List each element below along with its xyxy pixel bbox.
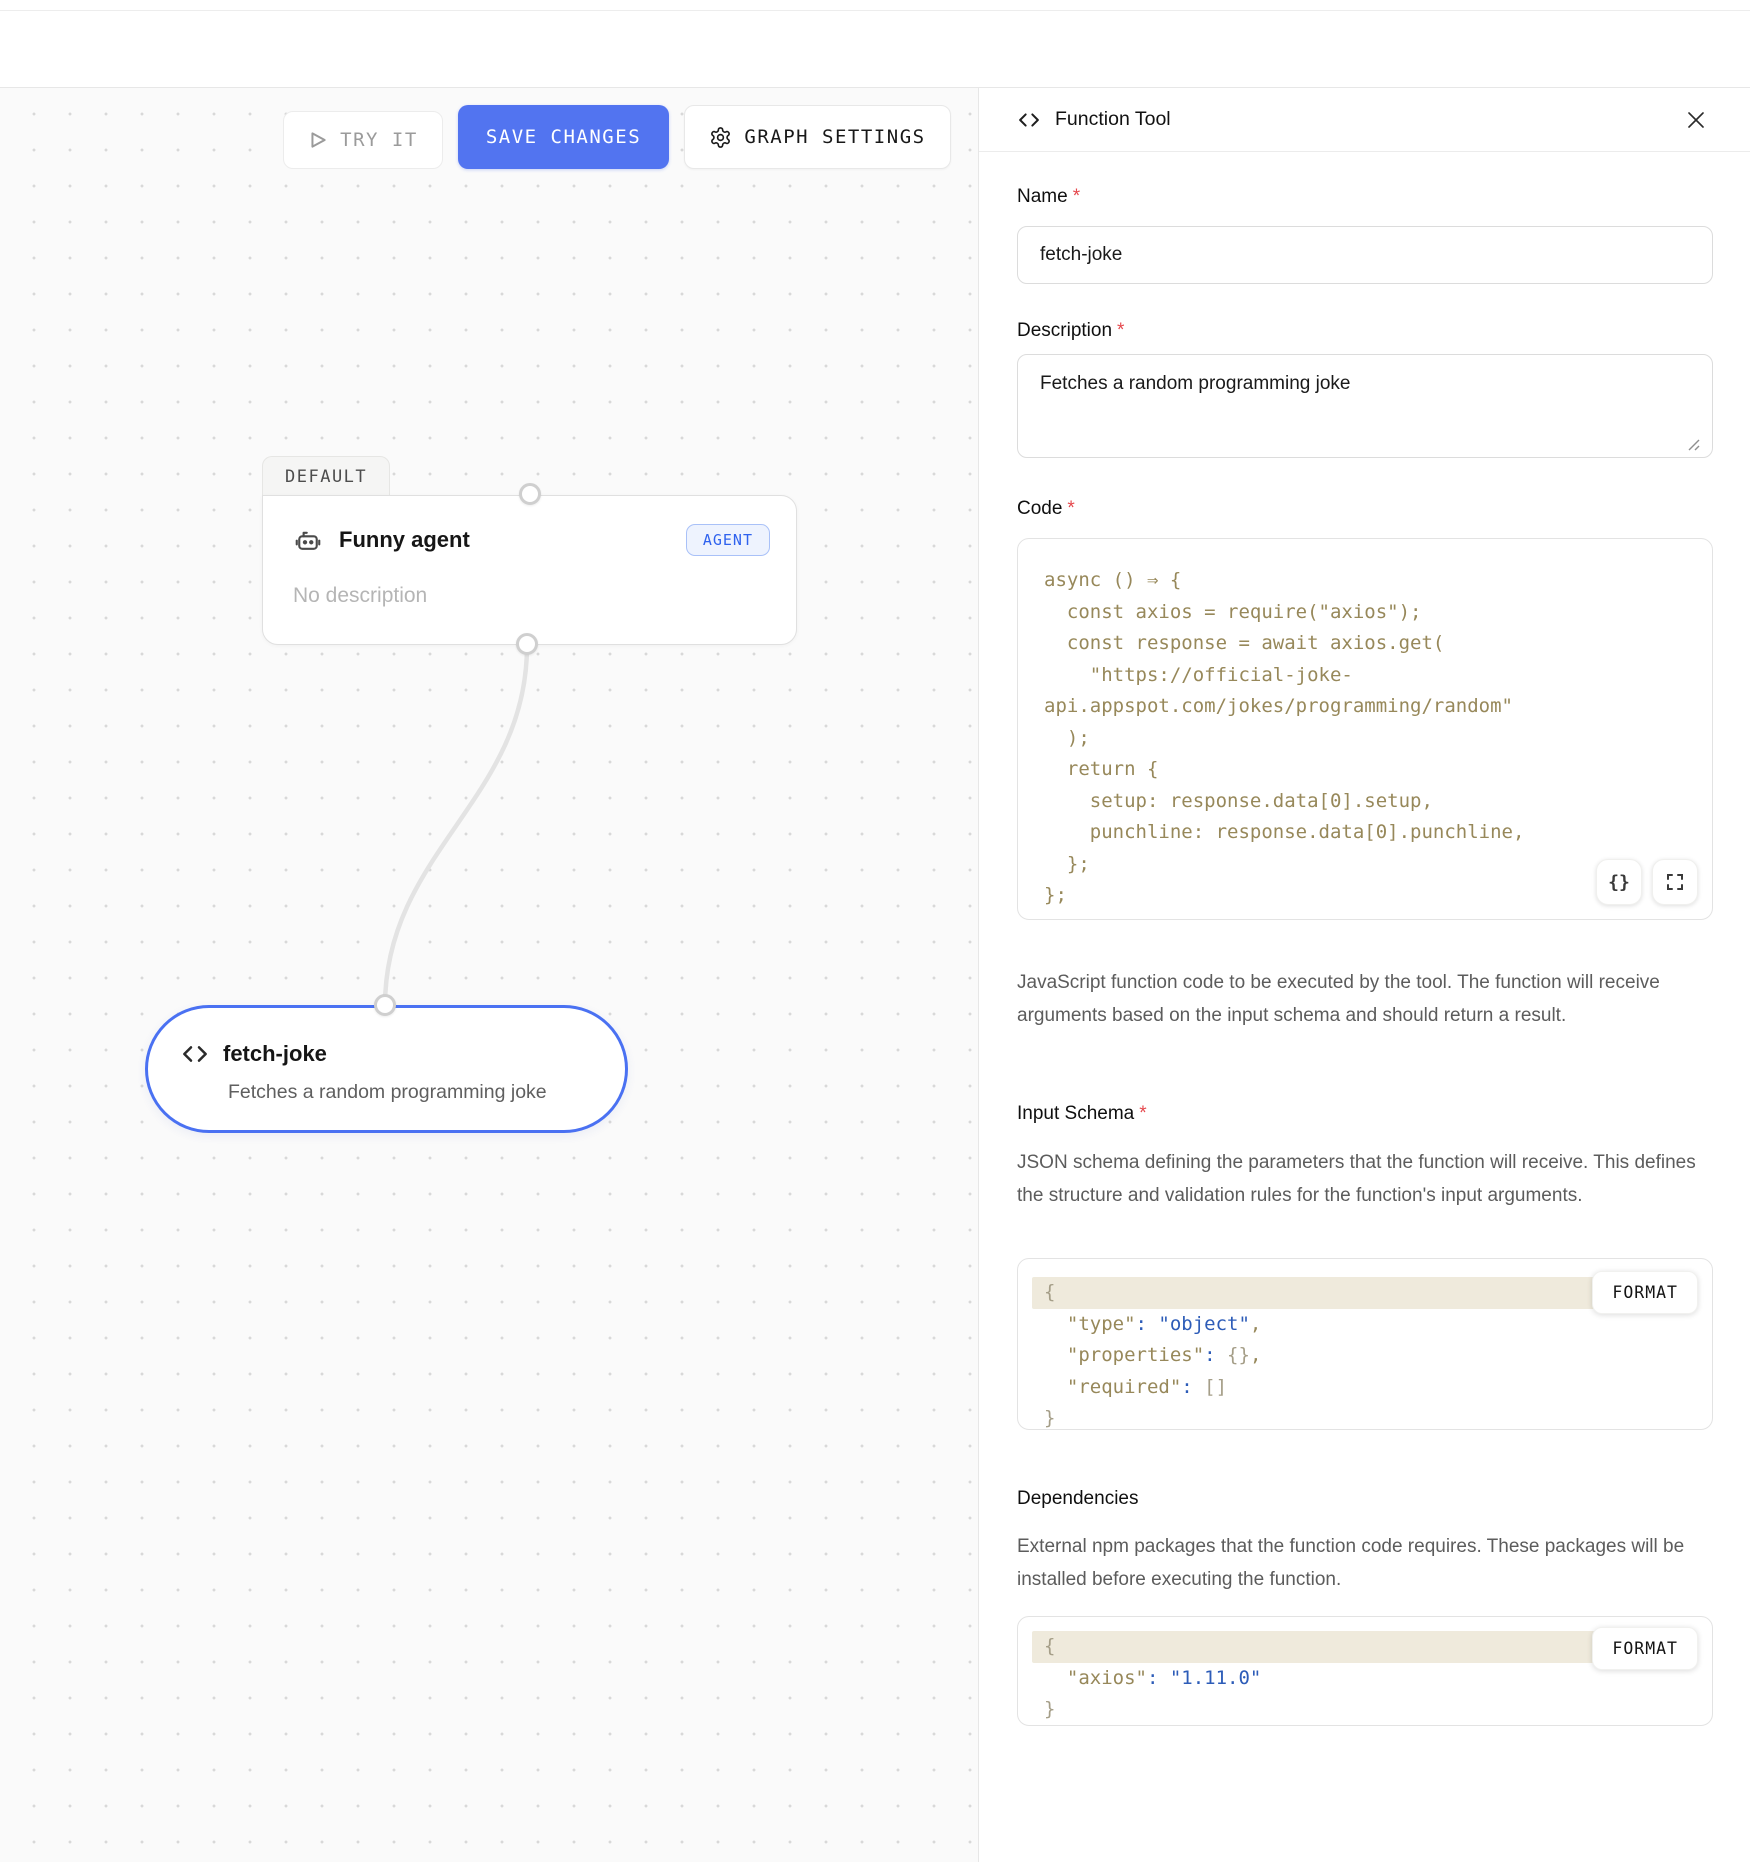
graph-canvas[interactable]: TRY IT SAVE CHANGES GRAPH SETTINGS DEFAU…	[0, 88, 978, 1862]
dependencies-editor[interactable]: { "axios": "1.11.0"} FORMAT	[1017, 1616, 1713, 1726]
tool-node-header: fetch-joke	[181, 1041, 327, 1067]
agent-node-title: Funny agent	[339, 527, 470, 553]
top-bar	[0, 0, 1750, 88]
code-icon	[1017, 110, 1041, 130]
required-asterisk: *	[1117, 320, 1124, 341]
input-schema-help-text: JSON schema defining the parameters that…	[1017, 1146, 1717, 1212]
expand-icon	[1666, 873, 1684, 891]
tool-node-input-handle[interactable]	[374, 994, 396, 1016]
agent-node-input-handle[interactable]	[519, 483, 541, 505]
tool-node-description: Fetches a random programming joke	[228, 1081, 547, 1104]
name-label: Name*	[1017, 186, 1080, 208]
expand-editor-button[interactable]	[1652, 859, 1698, 905]
try-it-label: TRY IT	[340, 129, 418, 151]
top-divider	[0, 10, 1750, 11]
required-asterisk: *	[1067, 498, 1074, 519]
agent-type-badge: AGENT	[686, 524, 770, 556]
panel-title: Function Tool	[1055, 108, 1171, 131]
code-editor[interactable]: async () ⇒ { const axios = require("axio…	[1017, 538, 1713, 920]
required-asterisk: *	[1073, 186, 1080, 207]
code-icon	[181, 1042, 209, 1066]
input-schema-label: Input Schema*	[1017, 1103, 1147, 1125]
group-tab-label: DEFAULT	[285, 467, 367, 487]
input-schema-editor[interactable]: { "type": "object", "properties": {}, "r…	[1017, 1258, 1713, 1430]
app-window: TRY IT SAVE CHANGES GRAPH SETTINGS DEFAU…	[0, 0, 1750, 1862]
agent-node-header: Funny agent AGENT	[293, 524, 770, 556]
panel-header: Function Tool	[979, 88, 1750, 152]
agent-node-description: No description	[293, 584, 427, 608]
description-label: Description*	[1017, 320, 1124, 342]
format-braces-button[interactable]: {}	[1596, 859, 1642, 905]
agent-node-output-handle[interactable]	[516, 633, 538, 655]
curly-braces-icon: {}	[1608, 872, 1630, 893]
format-schema-button[interactable]: FORMAT	[1592, 1271, 1698, 1314]
gear-icon	[709, 126, 732, 149]
save-changes-button[interactable]: SAVE CHANGES	[458, 105, 669, 169]
graph-settings-label: GRAPH SETTINGS	[744, 126, 925, 148]
edge-agent-to-tool	[0, 88, 978, 1862]
code-help-text: JavaScript function code to be executed …	[1017, 966, 1717, 1032]
required-asterisk: *	[1139, 1103, 1146, 1124]
close-panel-button[interactable]	[1680, 104, 1712, 136]
agent-node[interactable]: Funny agent AGENT No description	[262, 495, 797, 645]
description-textarea[interactable]: Fetches a random programming joke	[1017, 354, 1713, 458]
tool-node-title: fetch-joke	[223, 1041, 327, 1067]
code-label: Code*	[1017, 498, 1075, 520]
group-tab-default[interactable]: DEFAULT	[262, 456, 390, 496]
graph-settings-button[interactable]: GRAPH SETTINGS	[684, 105, 951, 169]
name-input[interactable]	[1017, 226, 1713, 284]
try-it-button[interactable]: TRY IT	[283, 111, 443, 169]
tool-node-fetch-joke[interactable]: fetch-joke Fetches a random programming …	[145, 1005, 628, 1133]
function-tool-panel: Function Tool Name* Description* Fetches…	[978, 88, 1750, 1862]
dependencies-help-text: External npm packages that the function …	[1017, 1530, 1717, 1596]
robot-icon	[293, 525, 323, 555]
format-dependencies-button[interactable]: FORMAT	[1592, 1627, 1698, 1670]
save-changes-label: SAVE CHANGES	[486, 126, 641, 148]
play-icon	[308, 130, 328, 150]
dependencies-label: Dependencies	[1017, 1488, 1138, 1510]
